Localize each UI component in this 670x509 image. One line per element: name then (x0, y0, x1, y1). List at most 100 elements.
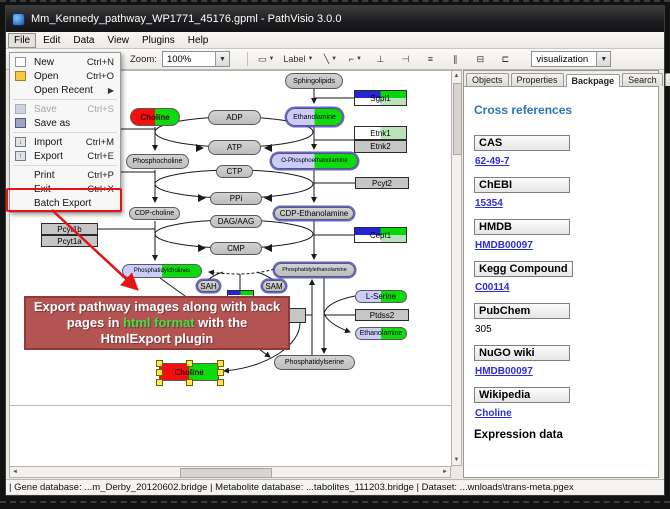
pathway-node-phosphocholine[interactable]: Phosphocholine (126, 154, 189, 169)
selection-handle[interactable] (217, 379, 224, 386)
title-bar[interactable]: Mm_Kennedy_pathway_WP1771_45176.gpml - P… (6, 6, 664, 32)
pathway-node-phosphatidylserine[interactable]: Phosphatidylserine (274, 355, 355, 370)
crossref-section: Kegg CompoundC00114 (474, 261, 648, 293)
pathway-node-o-phosphoethanolamine[interactable]: O-Phosphoethanolamine (271, 153, 358, 169)
label-tool-button[interactable]: Label▼ (280, 51, 316, 68)
pathway-node-dag-aag[interactable]: DAG/AAG (210, 215, 262, 228)
pathway-node-cdp-choline[interactable]: CDP-choline (129, 207, 180, 220)
pathway-node-pcyt2[interactable]: Pcyt2 (355, 177, 409, 189)
tab-legend[interactable]: Legend (665, 73, 670, 86)
selection-handle[interactable] (156, 379, 163, 386)
line-tool-button[interactable]: ╲▼ (319, 51, 341, 68)
side-panel-tabs: ObjectsPropertiesBackpageSearchLegend (464, 71, 658, 87)
menu-view[interactable]: View (101, 33, 135, 48)
menu-plugins[interactable]: Plugins (136, 33, 181, 48)
saveas-icon (15, 118, 26, 128)
selection-handle[interactable] (186, 360, 193, 367)
vertical-scroll-thumb[interactable] (453, 83, 462, 155)
pathway-node-phosphatidylethanolamine[interactable]: Phosphatidylethanolamine (274, 263, 355, 277)
scroll-right-icon[interactable]: ► (440, 467, 450, 477)
crossref-link[interactable]: Choline (475, 408, 512, 419)
selection-handle[interactable] (186, 379, 193, 386)
distribute-horizontal-button[interactable]: ≡ (419, 51, 441, 68)
pathway-node-pcyt1a[interactable]: Pcyt1a (41, 235, 98, 247)
pathway-node-ppi[interactable]: PPi (210, 192, 262, 205)
crossref-link[interactable]: HMDB00097 (475, 366, 533, 377)
file-menu-item-batch-export[interactable]: Batch Export (10, 196, 120, 210)
distribute-vertical-button[interactable]: ∥ (444, 51, 466, 68)
menu-item-shortcut: Ctrl+X (87, 184, 114, 195)
pathway-node-etnk1[interactable]: Etnk1 (354, 126, 407, 140)
crossref-link[interactable]: HMDB00097 (475, 240, 533, 251)
menu-edit[interactable]: Edit (37, 33, 66, 48)
pathway-node-cdp-ethanolamine[interactable]: CDP-Ethanolamine (274, 207, 354, 220)
pathway-node-ctp[interactable]: CTP (216, 165, 253, 178)
pathway-node-ptdss2[interactable]: Ptdss2 (355, 309, 409, 321)
visualization-combobox[interactable]: visualization ▼ (531, 51, 611, 67)
pathway-node-cmp[interactable]: CMP (210, 242, 262, 255)
pathway-node-ethanolamine-top[interactable]: Ethanolamine (286, 108, 343, 126)
crossref-link[interactable]: 62-49-7 (475, 156, 509, 167)
pathway-node-sah[interactable]: SAH (197, 280, 220, 292)
selection-handle[interactable] (217, 369, 224, 376)
zoom-combobox[interactable]: 100% ▼ (162, 51, 230, 67)
file-menu-item-open[interactable]: OpenCtrl+O (10, 69, 120, 83)
layout-button[interactable]: ⊏ (494, 51, 516, 68)
file-menu-item-import[interactable]: ↓ImportCtrl+M (10, 135, 120, 149)
crossref-link[interactable]: 15354 (475, 198, 503, 209)
selection-handle[interactable] (156, 369, 163, 376)
canvas-horizontal-scrollbar[interactable]: ◄ ► (9, 466, 451, 478)
tab-backpage[interactable]: Backpage (566, 74, 621, 87)
file-menu-item-new[interactable]: NewCtrl+N (10, 55, 120, 69)
pathway-node-etnk2[interactable]: Etnk2 (354, 140, 407, 153)
tab-properties[interactable]: Properties (511, 73, 564, 86)
menu-separator (13, 165, 117, 166)
pathway-node-sphingolipids[interactable]: Sphingolipids (285, 73, 343, 89)
pathway-node-l-serine[interactable]: L-Serine (355, 290, 407, 303)
node-label: Pcyt1b (57, 225, 81, 234)
side-panel: ObjectsPropertiesBackpageSearchLegend Cr… (463, 70, 659, 478)
menu-help[interactable]: Help (182, 33, 215, 48)
backpage-content: Cross references CAS62-49-7ChEBI15354HMD… (464, 87, 658, 449)
file-menu-item-open-recent[interactable]: Open Recent▶ (10, 83, 120, 97)
file-menu-item-exit[interactable]: ExitCtrl+X (10, 182, 120, 196)
annotation-line3: HtmlExport plugin (26, 331, 288, 347)
align-vertical-center-button[interactable]: ⊣ (394, 51, 416, 68)
align-horizontal-center-button[interactable]: ⊥ (369, 51, 391, 68)
pathway-node-choline-top[interactable]: Choline (130, 108, 180, 126)
menu-data[interactable]: Data (67, 33, 100, 48)
pathway-node-atp[interactable]: ATP (208, 140, 261, 155)
datanode-tool-button[interactable]: ▭▼ (255, 51, 277, 68)
pathway-node-cept1[interactable]: Cept1 (354, 227, 407, 243)
common-size-button[interactable]: ⊟ (469, 51, 491, 68)
menu-item-shortcut: Ctrl+M (86, 137, 114, 148)
pathway-node-pcyt1b[interactable]: Pcyt1b (41, 223, 98, 235)
menu-file[interactable]: File (8, 33, 36, 48)
canvas-vertical-scrollbar[interactable]: ▲ ▼ (451, 70, 462, 466)
crossref-title: NuGO wiki (474, 345, 570, 361)
crossref-link[interactable]: C00114 (475, 282, 509, 293)
scroll-left-icon[interactable]: ◄ (10, 467, 20, 477)
chevron-down-icon[interactable]: ▼ (215, 52, 229, 66)
pathway-node-ethanolamine-bottom[interactable]: Ethanolamine (355, 327, 407, 340)
pathway-node-phosphatidylcholines[interactable]: Phosphatidylcholines (122, 264, 202, 278)
scroll-up-icon[interactable]: ▲ (452, 71, 461, 81)
pathway-node-sgpl1[interactable]: Sgpl1 (354, 90, 407, 106)
connector-tool-button[interactable]: ⌐▼ (344, 51, 366, 68)
menu-bar: FileEditDataViewPluginsHelp (6, 32, 664, 49)
pathway-node-adp[interactable]: ADP (208, 110, 261, 125)
file-menu-item-print[interactable]: PrintCtrl+P (10, 168, 120, 182)
pathway-node-hidden-gene-partial[interactable] (288, 308, 306, 323)
selection-handle[interactable] (156, 360, 163, 367)
crossref-section: WikipediaCholine (474, 387, 648, 419)
pathway-node-sam[interactable]: SAM (262, 280, 286, 292)
file-menu-item-save-as[interactable]: Save as (10, 116, 120, 130)
tab-objects[interactable]: Objects (466, 73, 509, 86)
open-icon (15, 71, 26, 81)
selection-handle[interactable] (217, 360, 224, 367)
chevron-down-icon[interactable]: ▼ (596, 52, 610, 66)
tab-search[interactable]: Search (622, 73, 663, 86)
file-menu-item-export[interactable]: ↑ExportCtrl+E (10, 149, 120, 163)
scroll-down-icon[interactable]: ▼ (452, 455, 461, 465)
horizontal-scroll-thumb[interactable] (180, 468, 272, 478)
